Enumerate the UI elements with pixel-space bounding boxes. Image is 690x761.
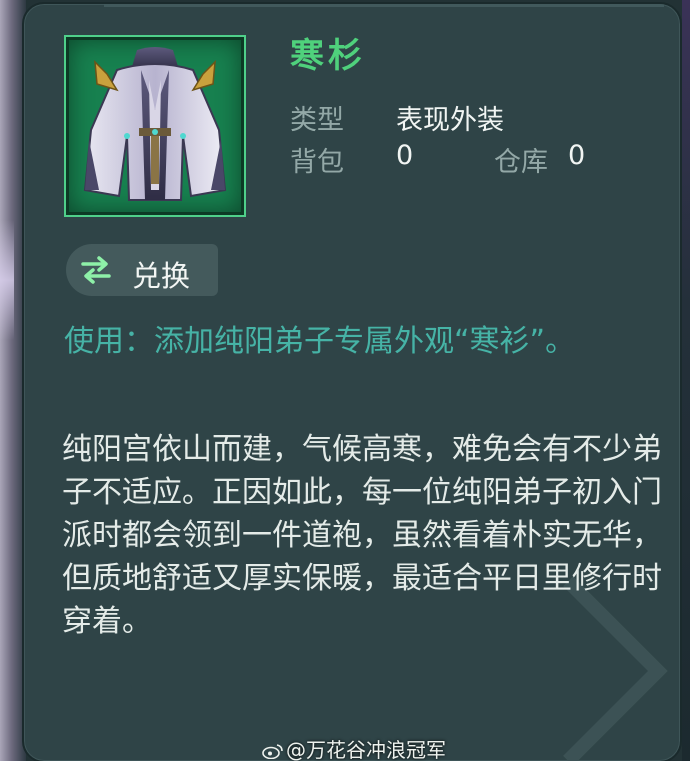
item-name: 寒杉 <box>290 36 366 76</box>
warehouse-count: 0 <box>568 140 586 171</box>
robe-icon <box>83 47 227 201</box>
watermark-text: @万花谷冲浪冠军 <box>286 738 446 761</box>
exchange-label: 兑换 <box>132 259 191 293</box>
weibo-watermark: @万花谷冲浪冠军 <box>262 734 446 761</box>
usage-text: 使用：添加纯阳弟子专属外观“寒衫”。 <box>64 324 576 359</box>
warehouse-label: 仓库 <box>494 147 548 178</box>
type-value: 表现外装 <box>396 105 504 136</box>
item-tooltip-panel: 寒杉 类型 表现外装 背包 0 仓库 0 兑换 使用：添加纯阳弟子专属外观“寒衫… <box>22 2 682 761</box>
panel-top-border <box>104 4 664 7</box>
weibo-logo-icon <box>262 744 283 759</box>
bag-count: 0 <box>396 140 414 171</box>
item-description: 纯阳宫依山而建，气候高寒，难免会有不少弟子不适应。正因如此，每一位纯阳弟子初入门… <box>62 432 662 639</box>
exchange-button[interactable]: 兑换 <box>66 244 218 296</box>
background-right-edge <box>682 0 690 761</box>
type-label: 类型 <box>290 105 344 136</box>
game-screen: 寒杉 类型 表现外装 背包 0 仓库 0 兑换 使用：添加纯阳弟子专属外观“寒衫… <box>0 0 690 761</box>
swap-arrows-icon <box>81 256 111 284</box>
background-glint <box>0 220 14 340</box>
bag-label: 背包 <box>290 147 344 178</box>
item-icon-frame <box>66 37 244 215</box>
